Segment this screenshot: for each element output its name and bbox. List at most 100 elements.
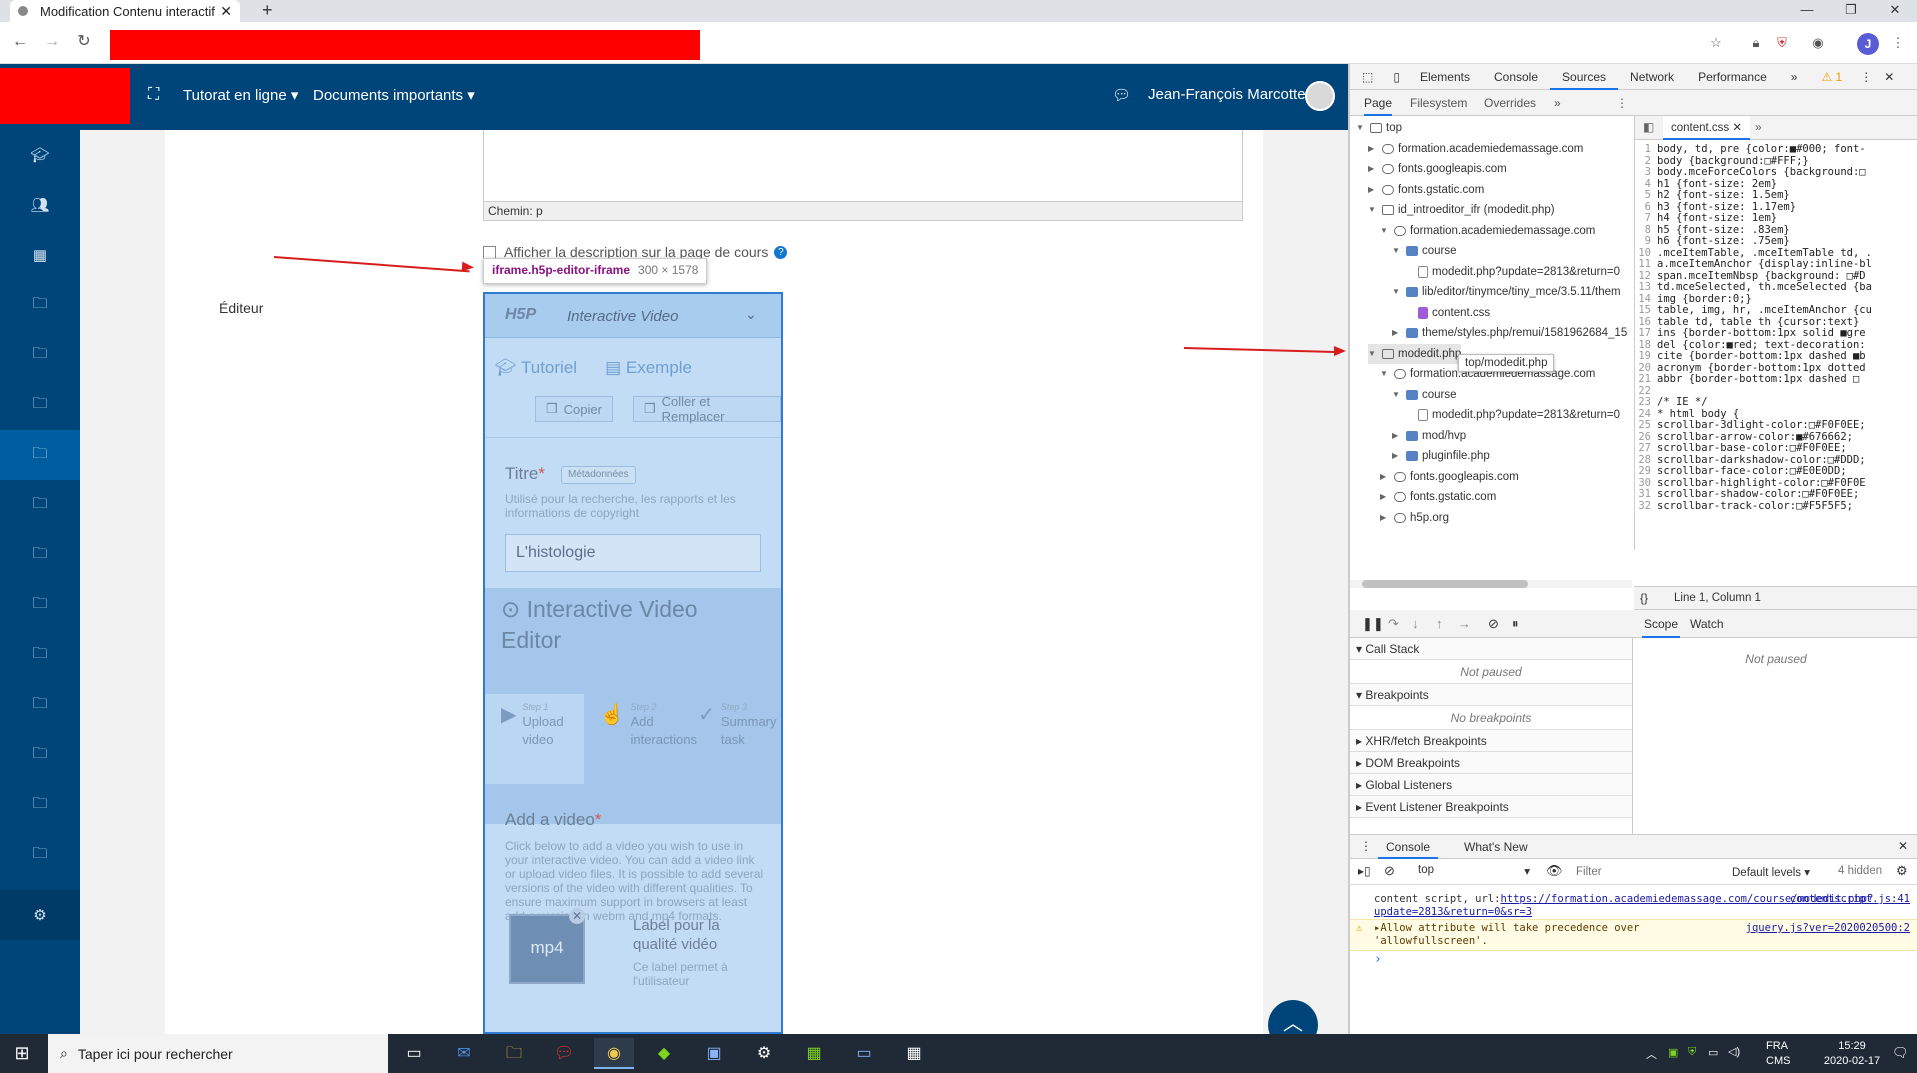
- expand-toggle-icon[interactable]: ▼: [1368, 200, 1378, 220]
- inspect-icon[interactable]: ⬚: [1350, 64, 1385, 90]
- drawer-close-icon[interactable]: ✕: [1898, 839, 1908, 853]
- nav-tutorat[interactable]: Tutorat en ligne ▾: [183, 86, 298, 104]
- help-icon[interactable]: ?: [774, 245, 788, 259]
- tree-item[interactable]: ▶ formation.academiedemassage.com: [1368, 139, 1583, 159]
- step-upload-video[interactable]: ▶︎ Step 1 Upload video: [485, 694, 584, 784]
- code-line[interactable]: 9 h6 {font-size: .75em}: [1635, 235, 1790, 248]
- devtools-close-icon[interactable]: ✕: [1878, 64, 1900, 90]
- taskbar-search[interactable]: ⌕ Taper ici pour rechercher: [48, 1034, 388, 1073]
- sidebar-settings-icon[interactable]: ⚙: [0, 890, 80, 940]
- sidebar-users-icon[interactable]: 👥︎: [0, 180, 80, 230]
- fullscreen-icon[interactable]: ⛶: [148, 86, 159, 104]
- tree-item[interactable]: ▶ fonts.gstatic.com: [1380, 487, 1496, 507]
- expand-toggle-icon[interactable]: ▼: [1356, 118, 1366, 138]
- expand-toggle-icon[interactable]: ▶: [1392, 323, 1402, 343]
- tree-item[interactable]: ▶ theme/styles.php/remui/1581962684_15: [1392, 323, 1627, 343]
- tree-item[interactable]: ▶ pluginfile.php: [1392, 446, 1490, 466]
- copy-button[interactable]: ❐ Copier: [535, 396, 613, 422]
- h5p-editor-iframe[interactable]: H5P Interactive Video ⌄ 🎓︎ Tutoriel ▤ Ex…: [483, 292, 783, 1034]
- extension-shield-icon[interactable]: ⛨: [1772, 33, 1792, 53]
- sidebar-folder-icon[interactable]: 🗀: [0, 680, 80, 730]
- description-editor[interactable]: [483, 130, 1243, 208]
- sidebar-folder-icon[interactable]: 🗀: [0, 580, 80, 630]
- expand-toggle-icon[interactable]: ▶: [1368, 180, 1378, 200]
- step-add-interactions[interactable]: ☝ Step 2 Add interactions: [584, 694, 697, 784]
- tray-expand-icon[interactable]: ︿: [1646, 1046, 1657, 1062]
- drawer-tab-whats-new[interactable]: What's New: [1456, 835, 1536, 859]
- network-app-icon[interactable]: ▣: [694, 1038, 734, 1069]
- line-number[interactable]: 29: [1635, 465, 1657, 478]
- tree-item[interactable]: ▼ course: [1392, 385, 1457, 405]
- expand-toggle-icon[interactable]: ▼: [1392, 241, 1402, 261]
- tree-item[interactable]: ▼ formation.academiedemassage.com: [1380, 221, 1595, 241]
- more-subtabs-icon[interactable]: »: [1554, 90, 1561, 116]
- tab-performance[interactable]: Performance: [1686, 64, 1779, 90]
- console-prompt[interactable]: ›: [1350, 951, 1917, 968]
- task-view-icon[interactable]: ▭: [394, 1038, 434, 1069]
- sidebar-courses-icon[interactable]: 🎓︎: [0, 130, 80, 180]
- drawer-menu-icon[interactable]: ⋮: [1360, 839, 1372, 853]
- tab-elements[interactable]: Elements: [1408, 64, 1482, 90]
- user-avatar[interactable]: [1305, 81, 1335, 111]
- code-line[interactable]: 1 body, td, pre {color:■#000; font-: [1635, 143, 1866, 156]
- line-number[interactable]: 32: [1635, 500, 1657, 513]
- expand-toggle-icon[interactable]: ▶: [1380, 487, 1390, 507]
- window-close-button[interactable]: ✕: [1873, 0, 1917, 22]
- warning-source-link[interactable]: jquery.js?ver=2020020500:2: [1746, 922, 1910, 935]
- console-filter-input[interactable]: [1570, 863, 1720, 881]
- line-number[interactable]: 31: [1635, 488, 1657, 501]
- line-number[interactable]: 17: [1635, 327, 1657, 340]
- line-number[interactable]: 3: [1635, 166, 1657, 179]
- tree-item[interactable]: modedit.php?update=2813&return=0: [1404, 262, 1620, 282]
- tree-item[interactable]: ▼ id_introeditor_ifr (modedit.php): [1368, 200, 1555, 220]
- sidebar-folder-icon[interactable]: 🗀: [0, 780, 80, 830]
- sidebar-folder-icon[interactable]: 🗀: [0, 630, 80, 680]
- pause-on-exceptions-icon[interactable]: ⏸: [1512, 616, 1519, 632]
- expand-toggle-icon[interactable]: ▶: [1368, 159, 1378, 179]
- sidebar-grid-icon[interactable]: ▦: [0, 230, 80, 280]
- paste-replace-button[interactable]: ❐ Coller et Remplacer: [633, 394, 781, 424]
- code-line[interactable]: 13 td.mceSelected, th.mceSelected {ba: [1635, 281, 1872, 294]
- code-line[interactable]: 23/* IE */: [1635, 396, 1707, 409]
- devtools-menu-icon[interactable]: ⋮: [1854, 64, 1878, 90]
- line-number[interactable]: 19: [1635, 350, 1657, 363]
- site-logo-redacted[interactable]: [0, 68, 130, 124]
- excel-icon[interactable]: ▦: [794, 1038, 834, 1069]
- metadata-button[interactable]: Métadonnées: [561, 466, 636, 484]
- subtab-overrides[interactable]: Overrides: [1484, 90, 1536, 116]
- extension-globe-icon[interactable]: ◉: [1808, 33, 1828, 53]
- code-line[interactable]: 29 scrollbar-face-color:□#E0E0DD;: [1635, 465, 1846, 478]
- tray-network-icon[interactable]: ▭: [1708, 1046, 1718, 1059]
- log-levels-dropdown[interactable]: Default levels ▾: [1732, 865, 1810, 879]
- line-number[interactable]: 15: [1635, 304, 1657, 317]
- tree-item[interactable]: ▶ mod/hvp: [1392, 426, 1466, 446]
- toggle-navigator-icon[interactable]: ◧: [1643, 120, 1654, 134]
- chrome-icon[interactable]: ◉: [594, 1038, 634, 1069]
- section-dom-breakpoints[interactable]: ▸ DOM Breakpoints: [1350, 752, 1632, 774]
- code-line[interactable]: 25 scrollbar-3dlight-color:□#F0F0EE;: [1635, 419, 1865, 432]
- tree-item[interactable]: ▶ fonts.googleapis.com: [1380, 467, 1519, 487]
- line-number[interactable]: 25: [1635, 419, 1657, 432]
- sidebar-folder-icon-active[interactable]: 🗀: [0, 430, 80, 480]
- messages-icon[interactable]: 💬︎: [1112, 86, 1131, 104]
- app-icon[interactable]: ◆: [644, 1038, 684, 1069]
- drawer-tab-console[interactable]: Console: [1378, 835, 1439, 859]
- url-redacted[interactable]: [110, 30, 700, 60]
- forward-icon[interactable]: →: [42, 32, 62, 52]
- start-windows-icon[interactable]: ⊞: [0, 1034, 44, 1073]
- tab-close-icon[interactable]: ✕: [220, 3, 232, 20]
- clock-date[interactable]: 2020-02-17: [1822, 1055, 1882, 1067]
- chevron-down-icon[interactable]: ⌄: [745, 306, 757, 323]
- device-toggle-icon[interactable]: ▯: [1385, 64, 1408, 90]
- line-number[interactable]: 11: [1635, 258, 1657, 271]
- pause-icon[interactable]: ❚❚: [1362, 616, 1384, 632]
- subtab-menu-icon[interactable]: ⋮: [1616, 90, 1628, 116]
- expand-toggle-icon[interactable]: ▶: [1380, 467, 1390, 487]
- tab-tutoriel[interactable]: 🎓︎ Tutoriel: [495, 358, 577, 378]
- more-tabs-icon[interactable]: »: [1779, 64, 1810, 90]
- tray-app-icon[interactable]: ▣: [1668, 1046, 1678, 1059]
- user-name[interactable]: Jean-François Marcotte: [1148, 86, 1306, 103]
- bookmark-star-icon[interactable]: ☆: [1706, 33, 1726, 53]
- tree-item[interactable]: ▼ top: [1356, 118, 1402, 138]
- code-line[interactable]: 27 scrollbar-base-color:□#F0F0EE;: [1635, 442, 1846, 455]
